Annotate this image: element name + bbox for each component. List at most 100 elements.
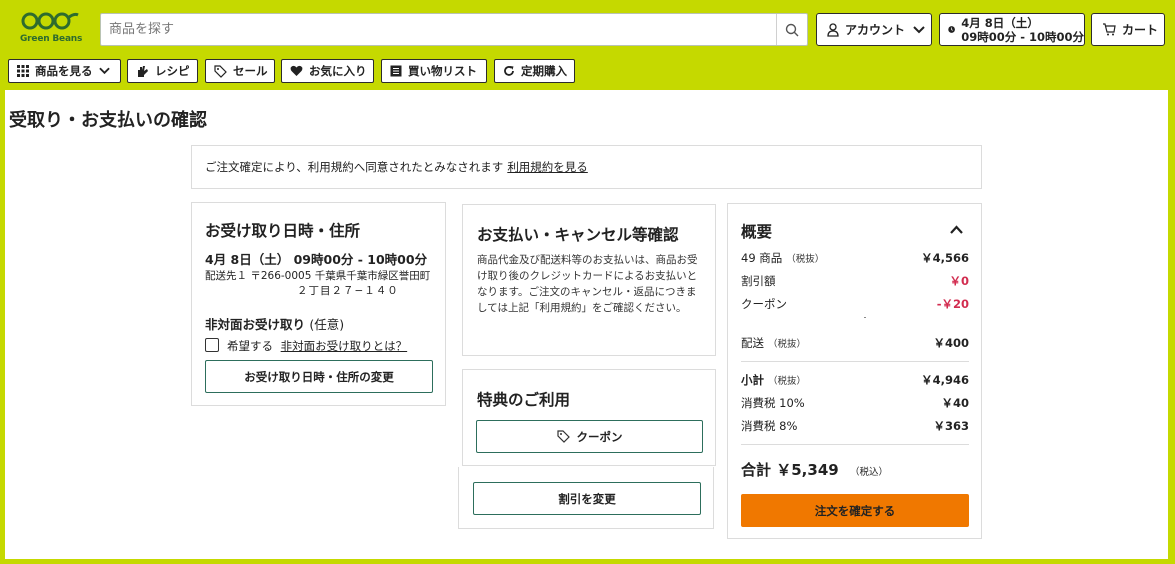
account-button[interactable]: アカウント (816, 13, 932, 46)
change-pickup-button[interactable]: お受け取り日時・住所の変更 (205, 360, 433, 393)
tag-icon (556, 430, 570, 443)
cart-label: カート (1122, 23, 1159, 37)
coupon-label: クーポン (576, 429, 623, 444)
confirm-order-button[interactable]: 注文を確定する (741, 494, 969, 527)
nav-label: セール (233, 64, 268, 78)
header: Green Beans アカウント (0, 0, 1175, 56)
search-button[interactable] (776, 14, 807, 45)
delivery-date: 4月 8日（土） (961, 15, 1039, 30)
chevron-up-icon[interactable] (950, 225, 963, 234)
summary-subtotal-row: 小計 （税抜） ￥4,946 (741, 372, 969, 388)
terms-link[interactable]: 利用規約を見る (507, 159, 588, 175)
nav-favorites[interactable]: お気に入り (281, 59, 374, 83)
heart-icon (290, 65, 303, 76)
nav-label: 商品を見る (35, 64, 93, 78)
pickup-card: お受け取り日時・住所 4月 8日（土） 09時00分 - 10時00分 配送先１… (191, 202, 446, 406)
discount-card: 割引を変更 (458, 467, 714, 529)
user-icon (827, 22, 839, 37)
brand-name: Green Beans (20, 34, 83, 44)
payment-card: お支払い・キャンセル等確認 商品代金及び配送料等のお支払いは、商品お受け取り後の… (462, 204, 716, 356)
subtotal-value: ￥4,946 (921, 373, 969, 387)
nonface-optional: (任意) (309, 317, 345, 332)
shipping-label: 配送 (741, 336, 764, 350)
page-title: 受取り・お支払いの確認 (9, 110, 207, 131)
nav-recipes[interactable]: レシピ (127, 59, 198, 83)
pickup-datetime: 4月 8日（土） 09時00分 - 10時00分 (205, 252, 428, 267)
divider (741, 444, 969, 445)
account-label: アカウント (845, 23, 906, 37)
items-value: ￥4,566 (921, 251, 969, 265)
divider (741, 361, 969, 362)
nav-subscription[interactable]: 定期購入 (494, 59, 575, 83)
refresh-icon (504, 66, 514, 76)
nonface-label: 非対面お受け取り (205, 317, 306, 332)
benefits-card: 特典のご利用 クーポン (462, 369, 716, 466)
nav-browse-products[interactable]: 商品を見る (8, 59, 121, 83)
total-label: 合計 (741, 461, 772, 479)
nav-label: お気に入り (309, 64, 367, 78)
payment-title: お支払い・キャンセル等確認 (477, 226, 679, 244)
search-bar (100, 13, 808, 46)
delivery-time: 09時00分 - 10時00分 (961, 29, 1084, 44)
tax10-label: 消費税 10% (741, 396, 805, 410)
discount-label: 割引額 (741, 274, 776, 288)
summary-shipping-row: 配送 （税抜） ￥400 (741, 335, 969, 351)
change-discount-button[interactable]: 割引を変更 (473, 482, 701, 515)
tax8-label: 消費税 8% (741, 419, 798, 433)
want-label: 希望する (227, 339, 273, 353)
coupon-button[interactable]: クーポン (476, 420, 703, 453)
cart-icon (1103, 23, 1116, 36)
summary-tax10-row: 消費税 10% ￥40 (741, 395, 969, 411)
beans-logo-icon (21, 12, 79, 30)
terms-notice: ご注文確定により、利用規約へ同意されたとみなされます 利用規約を見る (191, 145, 982, 189)
nav-sale[interactable]: セール (205, 59, 275, 83)
nav-label: 定期購入 (521, 64, 567, 78)
subtotal-label: 小計 (741, 373, 764, 387)
search-icon (785, 23, 799, 36)
nav-label: 買い物リスト (408, 64, 477, 78)
shipping-value: ￥400 (933, 336, 969, 350)
pickup-title: お受け取り日時・住所 (205, 222, 361, 240)
app-frame: Green Beans アカウント (0, 0, 1175, 564)
summary-discount-row: 割引額 ￥0 (741, 273, 969, 289)
pickup-address: 配送先１ 〒266-0005 千葉県千葉市緑区誉田町 (205, 270, 431, 282)
list-icon (390, 65, 402, 77)
tag-icon (214, 64, 227, 78)
shipping-note: （税抜） (768, 339, 807, 350)
pickup-address-line2: ２丁目２７−１４０ (297, 285, 399, 297)
summary-tax8-row: 消費税 8% ￥363 (741, 418, 969, 434)
clock-icon (948, 26, 955, 33)
subtotal-note: （税抜） (768, 376, 807, 387)
grid-icon (17, 65, 29, 77)
coupon-row-label: クーポン (741, 297, 787, 311)
terms-notice-text: ご注文確定により、利用規約へ同意されたとみなされます (205, 160, 504, 174)
nonface-checkbox[interactable] (205, 338, 219, 352)
nonface-want: 希望する 非対面お受け取りとは？ (227, 338, 407, 354)
items-label: 49 商品 (741, 251, 783, 265)
summary-coupon-row: クーポン -￥20 (741, 296, 969, 312)
summary-items-row: 49 商品 （税抜） ￥4,566 (741, 250, 969, 266)
chevron-down-icon (98, 67, 110, 75)
nonface-heading: 非対面お受け取り (任意) (205, 314, 344, 333)
main-content: 受取り・お支払いの確認 ご注文確定により、利用規約へ同意されたとみなされます 利… (5, 90, 1168, 559)
search-input[interactable] (101, 14, 777, 45)
nav-shopping-list[interactable]: 買い物リスト (381, 59, 487, 83)
items-note: （税抜） (786, 254, 825, 265)
total-note: （税込） (849, 467, 888, 478)
discount-value: ￥0 (949, 274, 969, 288)
logo[interactable]: Green Beans (20, 12, 83, 46)
summary-card: 概要 49 商品 （税抜） ￥4,566 割引額 ￥0 クーポン -￥20 配送（… (727, 203, 982, 539)
coupon-value: -￥20 (936, 297, 969, 311)
tax10-value: ￥40 (941, 396, 969, 410)
summary-total: 合計 ￥5,349 （税込） (741, 459, 888, 480)
benefits-title: 特典のご利用 (477, 391, 571, 409)
tax8-value: ￥363 (933, 419, 969, 433)
chevron-down-icon (913, 25, 925, 33)
payment-body: 商品代金及び配送料等のお支払いは、商品お受け取り後のクレジットカードによるお支払… (477, 254, 698, 314)
divider-dot (864, 317, 866, 318)
delivery-slot-button[interactable]: 4月 8日（土） 09時00分 - 10時00分 (939, 13, 1085, 46)
nonface-info-link[interactable]: 非対面お受け取りとは？ (281, 339, 408, 353)
cart-button[interactable]: カート (1091, 13, 1165, 46)
total-value: ￥5,349 (776, 461, 839, 479)
chef-hand-icon (138, 65, 148, 77)
